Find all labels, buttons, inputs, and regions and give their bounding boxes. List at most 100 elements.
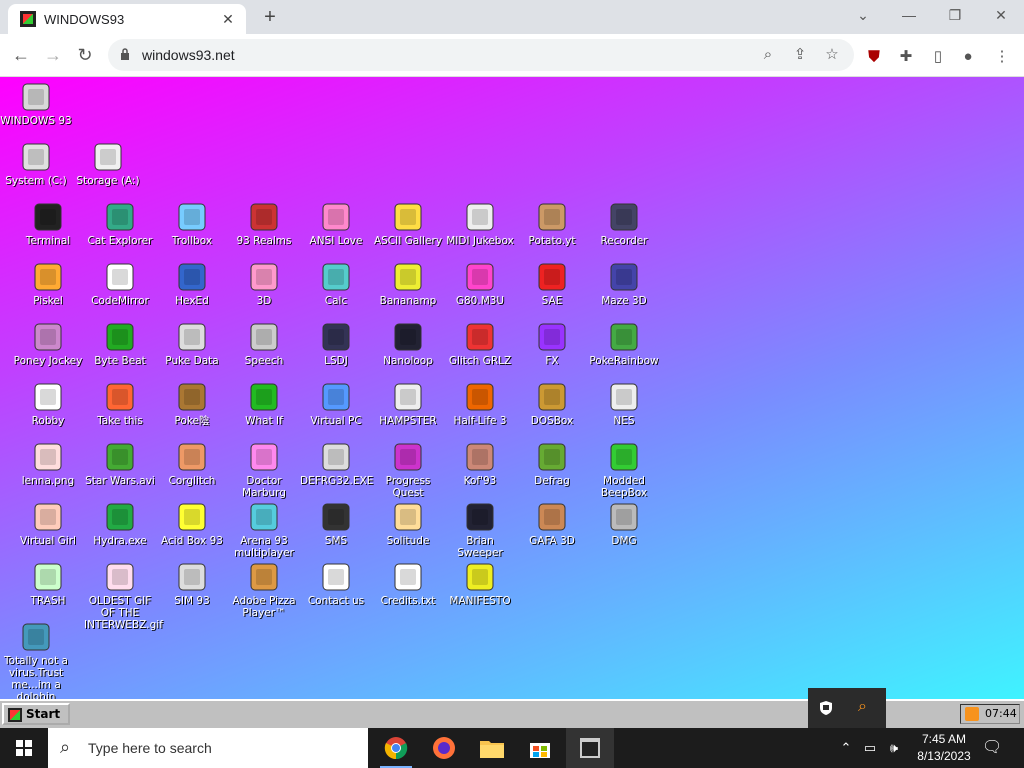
tab-search-chevron-icon[interactable]: ⌄ [840,4,886,28]
volume-icon[interactable]: 🕪 [884,738,904,758]
browser-tab[interactable]: WINDOWS93 ✕ [8,4,246,34]
system-clock[interactable]: 7:45 AM 8/13/2023 [906,731,982,765]
close-tab-icon[interactable]: ✕ [218,9,238,29]
profile-avatar-icon[interactable]: ● [958,47,978,67]
desktop-icon-acid-box-93[interactable]: Acid Box 93 [156,501,228,547]
desktop-icon-dosbox[interactable]: DOSBox [516,381,588,427]
firefox-taskbar-app[interactable] [420,728,468,768]
desktop-icon-bananamp[interactable]: Bananamp [372,261,444,307]
desktop-icon-doctor-marburg[interactable]: Doctor Marburg [228,441,300,499]
desktop-icon-speech[interactable]: Speech [228,321,300,367]
desktop-icon-lsdj[interactable]: LSDJ [300,321,372,367]
desktop-icon-modded-beepbox[interactable]: Modded BeepBox [588,441,660,499]
extensions-puzzle-icon[interactable]: ✚ [896,47,916,67]
file-explorer-taskbar-app[interactable] [468,728,516,768]
desktop-icon-glitch-grlz[interactable]: Glitch GRLZ [444,321,516,367]
desktop-icon-oldest-gif-of-the-interwebz-gif[interactable]: OLDEST GIF OF THE INTERWEBZ.gif [84,561,163,631]
desktop-icon-kof-93[interactable]: Kof'93 [444,441,516,487]
desktop-icon-windows-93[interactable]: WINDOWS 93 [0,81,72,127]
desktop-icon-hampster[interactable]: HAMPSTER [372,381,444,427]
desktop-icon-potato-yt[interactable]: Potato.yt [516,201,588,247]
rss-icon[interactable] [965,707,979,721]
desktop-icon-system-c[interactable]: System (C:) [0,141,72,187]
desktop-icon-adobe-pizza-player[interactable]: Adobe Pizza Player™ [228,561,300,619]
desktop-icon-codemirror[interactable]: CodeMirror [84,261,156,307]
desktop-icon-recorder[interactable]: Recorder [588,201,660,247]
menu-kebab-icon[interactable]: ⋮ [992,47,1012,67]
ublock-extension-icon[interactable]: ⛊ [864,47,884,67]
desktop-icon-piskel[interactable]: Piskel [12,261,84,307]
desktop-icon-poke[interactable]: Poke陰 [156,381,228,427]
windows-start-button[interactable] [0,728,48,768]
desktop-icon-hexed[interactable]: HexEd [156,261,228,307]
desktop-icon-ansi-love[interactable]: ANSI Love [300,201,372,247]
search-icon[interactable]: ⌕ [758,45,778,65]
minimize-button[interactable]: — [886,4,932,28]
desktop-icon-manifesto[interactable]: MANIFESTO [444,561,516,607]
restore-button[interactable]: ❐ [932,4,978,28]
desktop-icon-nes[interactable]: NES [588,381,660,427]
desktop-icon-trash[interactable]: TRASH [12,561,84,607]
back-button[interactable]: ← [8,42,34,68]
desktop-icon-storage-a[interactable]: Storage (A:) [72,141,144,187]
show-hidden-icons-chevron-icon[interactable]: ⌃ [836,738,856,758]
desktop-icon-solitude[interactable]: Solitude [372,501,444,547]
desktop-icon-take-this[interactable]: Take this [84,381,156,427]
windows-search-box[interactable]: ⌕ Type here to search [48,728,368,768]
desktop-icon-hydra-exe[interactable]: Hydra.exe [84,501,156,547]
desktop-icon-defrg32-exe[interactable]: DEFRG32.EXE [300,441,373,487]
desktop-icon-totally-not-a-virus-trust-me-im-a-dolphin[interactable]: Totally not a virus.Trust me...im a dolp… [0,621,72,703]
desktop-icon-93-realms[interactable]: 93 Realms [228,201,300,247]
reload-button[interactable]: ↻ [72,42,98,68]
forward-button[interactable]: → [40,42,66,68]
desktop-icon-midi-jukebox[interactable]: MIDI Jukebox [444,201,516,247]
desktop-icon-what-if[interactable]: What If [228,381,300,427]
desktop-icon-robby[interactable]: Robby [12,381,84,427]
desktop-icon-star-wars-avi[interactable]: Star Wars.avi [84,441,156,487]
desktop-icon-lenna-png[interactable]: lenna.png [12,441,84,487]
windows93-taskbar-app[interactable] [566,728,614,768]
side-panel-icon[interactable]: ▯ [928,47,948,67]
bookmark-star-icon[interactable]: ☆ [822,45,842,65]
share-icon[interactable]: ⇪ [790,45,810,65]
store-taskbar-app[interactable] [516,728,564,768]
desktop-icon-nanoloop[interactable]: Nanoloop [372,321,444,367]
notifications-icon[interactable]: 🗨 [982,738,1002,758]
desktop-icon-dmg[interactable]: DMG [588,501,660,547]
desktop-icon-corglitch[interactable]: Corglitch [156,441,228,487]
desktop-icon-sms[interactable]: SMS [300,501,372,547]
desktop-icon-cat-explorer[interactable]: Cat Explorer [84,201,156,247]
desktop-icon-pokerainbow[interactable]: PokeRainbow [588,321,660,367]
desktop-icon-gafa-3d[interactable]: GAFA 3D [516,501,588,547]
desktop-icon-calc[interactable]: Calc [300,261,372,307]
desktop-icon-defrag[interactable]: Defrag [516,441,588,487]
desktop-icon-contact-us[interactable]: Contact us [300,561,372,607]
desktop-icon-3d[interactable]: 3D [228,261,300,307]
chrome-taskbar-app[interactable] [372,728,420,768]
windows93-start-button[interactable]: Start [2,703,70,725]
desktop-icon-brian-sweeper[interactable]: Brian Sweeper [444,501,516,559]
close-window-button[interactable]: ✕ [978,4,1024,28]
new-tab-button[interactable]: + [258,6,282,30]
desktop-icon-credits-txt[interactable]: Credits.txt [372,561,444,607]
desktop-icon-half-life-3[interactable]: Half-Life 3 [444,381,516,427]
desktop-icon-arena-93-multiplayer[interactable]: Arena 93 multiplayer [228,501,300,559]
desktop-icon-byte-beat[interactable]: Byte Beat [84,321,156,367]
desktop-icon-virtual-girl[interactable]: Virtual Girl [12,501,84,547]
desktop-icon-terminal[interactable]: Terminal [12,201,84,247]
desktop-icon-maze-3d[interactable]: Maze 3D [588,261,660,307]
desktop-icon-trollbox[interactable]: Trollbox [156,201,228,247]
search-tray-icon[interactable]: ⌕ [858,698,867,716]
security-shield-icon[interactable] [818,700,834,716]
desktop-icon-puke-data[interactable]: Puke Data [156,321,228,367]
desktop-icon-progress-quest[interactable]: Progress Quest [372,441,444,499]
desktop-icon-poney-jockey[interactable]: Poney Jockey [12,321,84,367]
desktop-icon-sim-93[interactable]: SIM 93 [156,561,228,607]
desktop-icon-g80-m3u[interactable]: G80.M3U [444,261,516,307]
desktop-icon-fx[interactable]: FX [516,321,588,367]
desktop-icon-ascii-gallery[interactable]: ASCII Gallery [372,201,444,247]
network-icon[interactable]: ▭ [860,738,880,758]
desktop-icon-sae[interactable]: SAE [516,261,588,307]
desktop-icon-virtual-pc[interactable]: Virtual PC [300,381,372,427]
address-bar[interactable]: windows93.net ⌕ ⇪ ☆ [108,39,854,71]
